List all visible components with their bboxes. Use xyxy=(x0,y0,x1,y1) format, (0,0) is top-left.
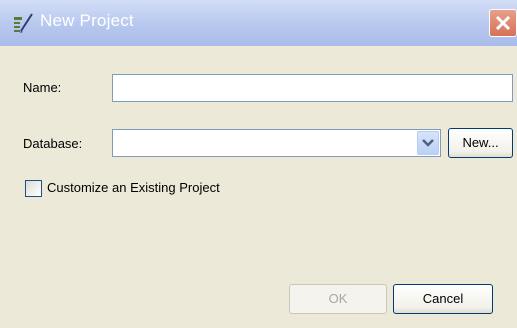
new-project-dialog: New Project Name: Database: New... Custo… xyxy=(0,0,517,328)
title-bar[interactable]: New Project xyxy=(0,0,517,46)
chevron-down-icon xyxy=(422,139,434,147)
pen-and-list-icon xyxy=(12,12,34,34)
close-x-icon xyxy=(495,15,511,31)
dialog-title: New Project xyxy=(40,11,134,30)
database-dropdown-button[interactable] xyxy=(417,131,439,155)
name-label: Name: xyxy=(23,80,62,95)
customize-checkbox[interactable] xyxy=(25,180,42,197)
customize-label[interactable]: Customize an Existing Project xyxy=(47,180,220,195)
name-input[interactable] xyxy=(112,74,513,102)
ok-button[interactable]: OK xyxy=(289,284,387,314)
cancel-button[interactable]: Cancel xyxy=(393,284,493,314)
new-database-button[interactable]: New... xyxy=(448,128,513,158)
close-button[interactable] xyxy=(489,9,517,37)
database-select[interactable] xyxy=(112,129,441,157)
database-label: Database: xyxy=(23,136,83,151)
